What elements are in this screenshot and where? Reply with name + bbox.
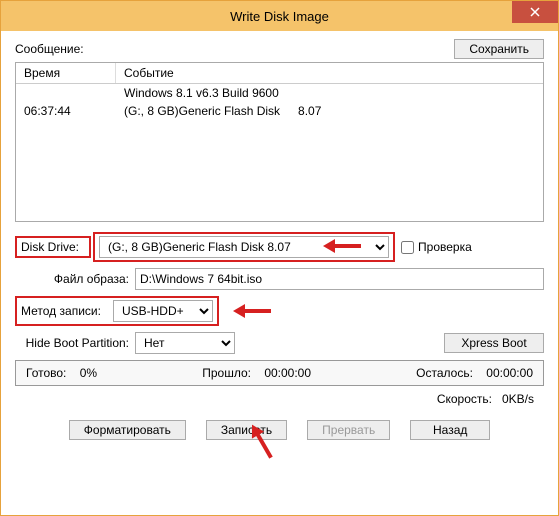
window-title: Write Disk Image bbox=[230, 9, 329, 24]
xpress-boot-button[interactable]: Xpress Boot bbox=[444, 333, 544, 353]
red-arrow-icon bbox=[323, 239, 363, 253]
log-row: Windows 8.1 v6.3 Build 9600 bbox=[16, 84, 543, 102]
message-label: Сообщение: bbox=[15, 42, 84, 56]
done-value: 0% bbox=[80, 366, 97, 380]
log-box: Время Событие Windows 8.1 v6.3 Build 960… bbox=[15, 62, 544, 222]
speed-label: Скорость: bbox=[437, 392, 492, 406]
elapsed-value: 00:00:00 bbox=[264, 366, 311, 380]
abort-button[interactable]: Прервать bbox=[307, 420, 390, 440]
verify-checkbox[interactable] bbox=[401, 241, 414, 254]
titlebar: Write Disk Image bbox=[1, 1, 558, 31]
done-label: Готово: bbox=[26, 366, 66, 380]
progress-box: Готово: 0% Прошло: 00:00:00 Осталось: 00… bbox=[15, 360, 544, 386]
remain-label: Осталось: bbox=[416, 366, 473, 380]
speed-value: 0KB/s bbox=[502, 392, 534, 406]
disk-drive-select-highlight: (G:, 8 GB)Generic Flash Disk 8.07 bbox=[93, 232, 395, 262]
hide-partition-label: Hide Boot Partition: bbox=[15, 336, 135, 350]
close-button[interactable] bbox=[512, 1, 558, 23]
log-body[interactable]: Windows 8.1 v6.3 Build 9600 06:37:44 (G:… bbox=[16, 84, 543, 120]
save-button[interactable]: Сохранить bbox=[454, 39, 544, 59]
verify-label: Проверка bbox=[418, 240, 472, 254]
back-button[interactable]: Назад bbox=[410, 420, 490, 440]
close-icon bbox=[530, 7, 540, 17]
disk-drive-label: Disk Drive: bbox=[21, 240, 85, 254]
remain-value: 00:00:00 bbox=[486, 366, 533, 380]
write-method-select[interactable]: USB-HDD+ bbox=[113, 300, 213, 322]
log-header-time[interactable]: Время bbox=[16, 63, 116, 83]
log-row: 06:37:44 (G:, 8 GB)Generic Flash Disk 8.… bbox=[16, 102, 543, 120]
red-arrow-icon bbox=[233, 304, 273, 318]
disk-drive-highlight: Disk Drive: bbox=[15, 236, 91, 258]
log-header-event[interactable]: Событие bbox=[116, 63, 543, 83]
hide-partition-select[interactable]: Нет bbox=[135, 332, 235, 354]
format-button[interactable]: Форматировать bbox=[69, 420, 186, 440]
image-file-label: Файл образа: bbox=[15, 272, 135, 286]
write-method-label: Метод записи: bbox=[21, 304, 107, 318]
write-method-highlight: Метод записи: USB-HDD+ bbox=[15, 296, 219, 326]
image-file-input[interactable] bbox=[135, 268, 544, 290]
elapsed-label: Прошло: bbox=[202, 366, 251, 380]
